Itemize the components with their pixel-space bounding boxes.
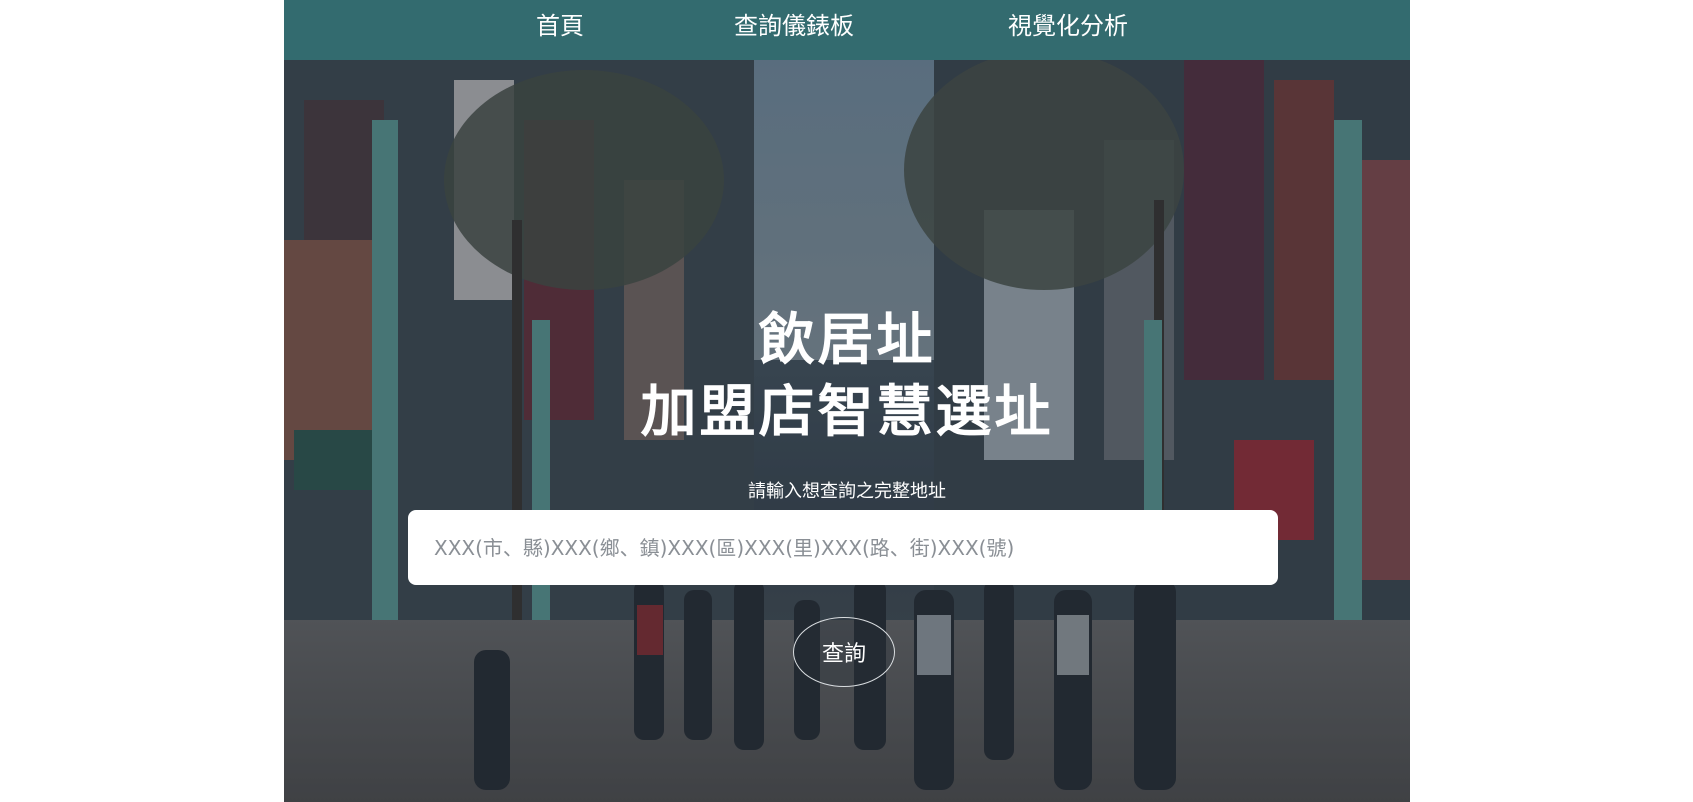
page-frame: 首頁 查詢儀錶板 視覺化分析 飲居址 加盟店智慧選址 請輸入想查詢之完整地址 X…: [284, 0, 1410, 802]
nav-item-home[interactable]: 首頁: [536, 10, 584, 42]
hero-title-line2: 加盟店智慧選址: [640, 380, 1054, 445]
address-search-input[interactable]: [408, 510, 1278, 585]
search-prompt-label: 請輸入想查詢之完整地址: [748, 481, 946, 502]
query-button[interactable]: 查詢: [793, 617, 895, 687]
hero-title-line1: 飲居址: [758, 308, 936, 373]
top-navbar: 首頁 查詢儀錶板 視覺化分析: [284, 0, 1410, 60]
nav-item-visualization[interactable]: 視覺化分析: [1008, 10, 1128, 42]
hero-section: 飲居址 加盟店智慧選址 請輸入想查詢之完整地址 查詢: [284, 60, 1410, 802]
nav-item-dashboard[interactable]: 查詢儀錶板: [734, 10, 854, 42]
